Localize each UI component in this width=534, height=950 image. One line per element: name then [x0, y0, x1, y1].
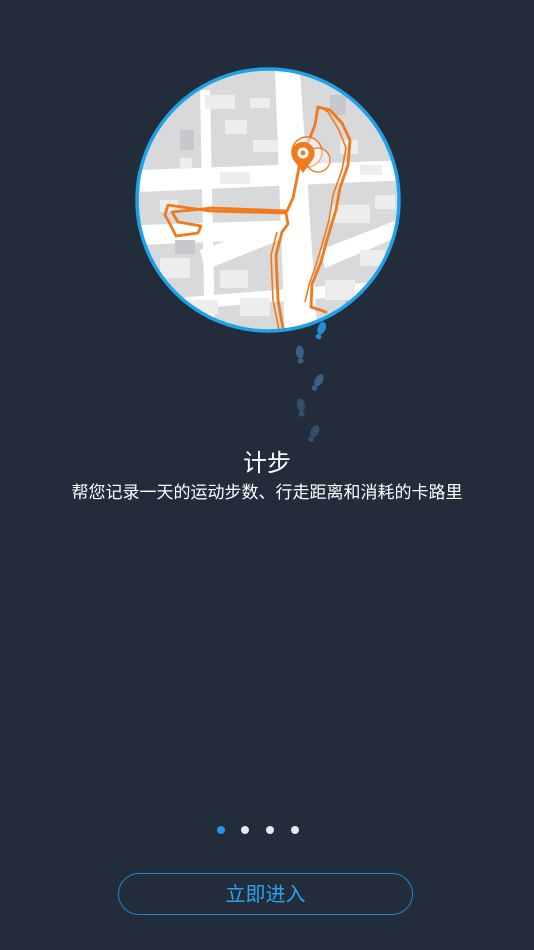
page-dot-3[interactable]: [266, 826, 274, 834]
onboarding-description: 帮您记录一天的运动步数、行走距离和消耗的卡路里: [71, 483, 463, 503]
map-route-illustration: [0, 0, 534, 460]
page-indicator: [0, 826, 534, 836]
footprint-icon: [295, 321, 327, 443]
map-circle: [135, 67, 401, 333]
enter-now-button[interactable]: 立即进入: [118, 873, 413, 915]
page-dot-4[interactable]: [291, 826, 299, 834]
onboarding-title: 计步: [243, 449, 291, 477]
page-dot-2[interactable]: [241, 826, 249, 834]
page-dot-1[interactable]: [217, 826, 225, 834]
